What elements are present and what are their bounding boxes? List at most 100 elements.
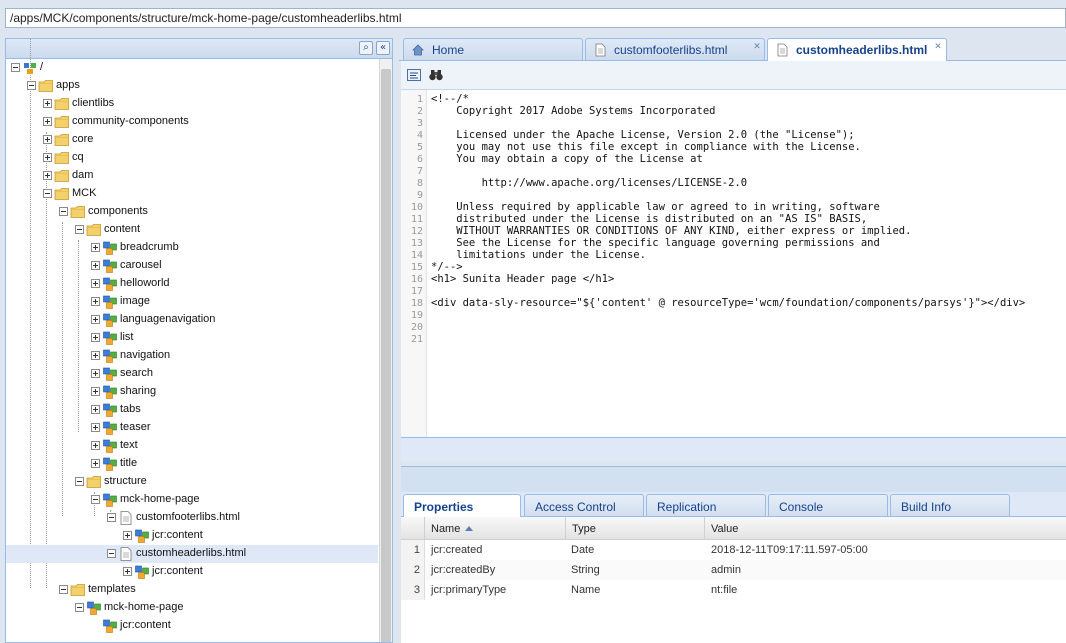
tree-node-label[interactable]: helloworld <box>120 277 170 289</box>
expand-icon[interactable] <box>91 405 100 414</box>
expand-icon[interactable] <box>91 315 100 324</box>
tree-node-label[interactable]: content <box>104 223 140 235</box>
tree-node-label[interactable]: cq <box>72 151 84 163</box>
tree-node-label[interactable]: MCK <box>72 187 96 199</box>
code-line[interactable]: http://www.apache.org/licenses/LICENSE-2… <box>431 177 748 189</box>
expand-icon[interactable] <box>43 171 52 180</box>
path-input[interactable] <box>5 8 1066 28</box>
tab-build-info[interactable]: Build Info <box>890 494 1010 516</box>
tree-node[interactable]: breadcrumb <box>6 239 378 257</box>
collapse-icon[interactable] <box>75 477 84 486</box>
tree-scrollbar-thumb[interactable] <box>381 69 391 642</box>
collapse-icon[interactable] <box>75 603 84 612</box>
tree-node[interactable]: cq <box>6 149 378 167</box>
property-name[interactable]: jcr:createdBy <box>431 564 495 576</box>
tree-node-label[interactable]: customheaderlibs.html <box>136 547 246 559</box>
tree-node[interactable]: community-components <box>6 113 378 131</box>
tree-node[interactable]: search <box>6 365 378 383</box>
collapse-icon[interactable] <box>91 495 100 504</box>
tab-home[interactable]: Home <box>403 38 583 60</box>
tree-node[interactable]: languagenavigation <box>6 311 378 329</box>
column-header-value[interactable]: Value <box>705 517 1066 539</box>
tree-node-label[interactable]: / <box>40 61 43 73</box>
tree-node[interactable]: image <box>6 293 378 311</box>
property-type[interactable]: Date <box>571 544 594 556</box>
tab-customheaderlibs[interactable]: customheaderlibs.html ✕ <box>767 38 947 61</box>
tree-node-label[interactable]: teaser <box>120 421 151 433</box>
code-line[interactable]: <!--/* <box>431 93 469 105</box>
code-line[interactable]: limitations under the License. <box>431 249 646 261</box>
tree-node[interactable]: helloworld <box>6 275 378 293</box>
expand-icon[interactable] <box>43 153 52 162</box>
collapse-icon[interactable] <box>11 63 20 72</box>
expand-icon[interactable] <box>43 99 52 108</box>
tree-node[interactable]: jcr:content <box>6 617 378 635</box>
tree-node[interactable]: MCK <box>6 185 378 203</box>
tree-node[interactable]: jcr:content <box>6 527 378 545</box>
collapse-icon[interactable] <box>107 549 116 558</box>
tree-node-label[interactable]: languagenavigation <box>120 313 215 325</box>
property-value[interactable]: admin <box>711 564 741 576</box>
tree-node-label[interactable]: community-components <box>72 115 189 127</box>
tree-node-label[interactable]: clientlibs <box>72 97 114 109</box>
tree-node[interactable]: templates <box>6 581 378 599</box>
tree-node[interactable]: clientlibs <box>6 95 378 113</box>
tree-node-label[interactable]: structure <box>104 475 147 487</box>
expand-icon[interactable] <box>91 459 100 468</box>
tree-node-label[interactable]: jcr:content <box>152 529 203 541</box>
code-line[interactable]: WITHOUT WARRANTIES OR CONDITIONS OF ANY … <box>431 225 911 237</box>
code-area[interactable]: <!--/* Copyright 2017 Adobe Systems Inco… <box>431 90 1065 437</box>
tree-node-label[interactable]: breadcrumb <box>120 241 179 253</box>
column-header-type[interactable]: Type <box>566 517 705 539</box>
collapse-icon[interactable] <box>27 81 36 90</box>
tree-node[interactable]: structure <box>6 473 378 491</box>
code-line[interactable]: you may not use this file except in comp… <box>431 141 861 153</box>
expand-icon[interactable] <box>91 423 100 432</box>
tree-node[interactable]: carousel <box>6 257 378 275</box>
expand-icon[interactable] <box>91 351 100 360</box>
tree-node[interactable]: jcr:content <box>6 563 378 581</box>
tree-node[interactable]: navigation <box>6 347 378 365</box>
property-value[interactable]: 2018-12-11T09:17:11.597-05:00 <box>711 544 868 556</box>
expand-icon[interactable] <box>91 297 100 306</box>
property-name[interactable]: jcr:primaryType <box>431 584 506 596</box>
code-line[interactable]: Licensed under the Apache License, Versi… <box>431 129 854 141</box>
tree-node-label[interactable]: mck-home-page <box>104 601 183 613</box>
code-line[interactable]: <div data-sly-resource="${'content' @ re… <box>431 297 1025 309</box>
tree-node[interactable]: customheaderlibs.html <box>6 545 378 563</box>
collapse-icon[interactable] <box>43 189 52 198</box>
tree-node[interactable]: title <box>6 455 378 473</box>
tree-node-label[interactable]: title <box>120 457 137 469</box>
tree-node-label[interactable]: text <box>120 439 138 451</box>
tree-node[interactable]: / <box>6 59 378 77</box>
tree-node-label[interactable]: carousel <box>120 259 162 271</box>
code-line[interactable]: <h1> Sunita Header page </h1> <box>431 273 614 285</box>
code-editor[interactable]: 1 2 3 4 5 6 7 8 9 10 11 12 13 14 15 16 17 18 19 20 21 <!--/*… <box>401 90 1066 438</box>
expand-icon[interactable] <box>91 243 100 252</box>
tree-node[interactable]: mck-home-page <box>6 491 378 509</box>
tab-replication[interactable]: Replication <box>646 494 766 516</box>
code-line[interactable]: You may obtain a copy of the License at <box>431 153 703 165</box>
tree-node[interactable]: mck-home-page <box>6 599 378 617</box>
code-line[interactable]: Unless required by applicable law or agr… <box>431 201 880 213</box>
property-type[interactable]: Name <box>571 584 600 596</box>
tree-node-label[interactable]: image <box>120 295 150 307</box>
tree-node[interactable]: teaser <box>6 419 378 437</box>
expand-icon[interactable] <box>123 567 132 576</box>
tree-node[interactable]: dam <box>6 167 378 185</box>
property-name[interactable]: jcr:created <box>431 544 482 556</box>
table-row[interactable]: 2 jcr:createdBy String admin <box>401 560 1066 580</box>
close-icon[interactable]: ✕ <box>752 42 762 52</box>
expand-icon[interactable] <box>91 441 100 450</box>
binoculars-icon[interactable] <box>428 67 444 83</box>
tree-node-label[interactable]: core <box>72 133 93 145</box>
expand-icon[interactable] <box>43 135 52 144</box>
tree-node[interactable]: core <box>6 131 378 149</box>
tree-node[interactable]: customfooterlibs.html <box>6 509 378 527</box>
tree-node-label[interactable]: templates <box>88 583 136 595</box>
collapse-icon[interactable] <box>59 585 68 594</box>
tree-node[interactable]: list <box>6 329 378 347</box>
tree-node-label[interactable]: jcr:content <box>152 565 203 577</box>
column-header-name[interactable]: Name <box>425 517 566 539</box>
code-line[interactable]: distributed under the License is distrib… <box>431 213 867 225</box>
